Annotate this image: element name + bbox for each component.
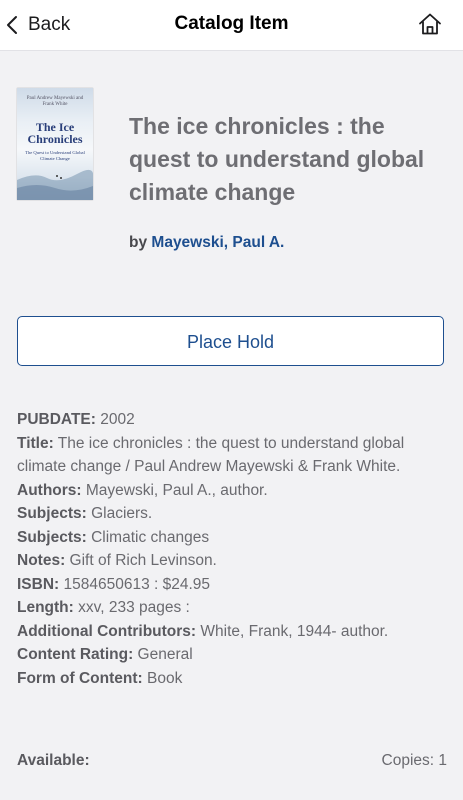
detail-label: Form of Content:	[17, 669, 143, 687]
detail-row: Title: The ice chronicles : the quest to…	[17, 432, 442, 479]
detail-row: Subjects: Glaciers.	[17, 502, 442, 526]
page-title: Catalog Item	[174, 13, 289, 34]
detail-label: Subjects:	[17, 528, 87, 546]
detail-value: General	[137, 646, 193, 663]
detail-value: Mayewski, Paul A., author.	[85, 481, 268, 499]
detail-row: Subjects: Climatic changes	[17, 526, 442, 550]
detail-label: Length:	[17, 599, 74, 616]
detail-label: Additional Contributors:	[17, 622, 197, 640]
detail-row: Notes: Gift of Rich Levinson.	[17, 549, 442, 573]
detail-value: White, Frank, 1944- author.	[200, 622, 389, 640]
byline: by Mayewski, Paul A.	[129, 234, 284, 252]
detail-row: Content Rating: General	[17, 643, 442, 667]
detail-row: ISBN: 1584650613 : $24.95	[17, 573, 442, 597]
place-hold-button[interactable]: Place Hold	[17, 316, 444, 366]
detail-row: Additional Contributors: White, Frank, 1…	[17, 620, 442, 644]
detail-value: Climatic changes	[91, 528, 210, 546]
detail-value: The ice chronicles : the quest to unders…	[17, 434, 405, 476]
book-cover-image: Paul Andrew Mayewski and Frank White The…	[17, 88, 93, 200]
navigation-bar: Back Catalog Item	[0, 0, 463, 51]
detail-row: Length: xxv, 233 pages :	[17, 596, 442, 620]
detail-label: Subjects:	[17, 505, 87, 522]
cover-landscape-art	[17, 169, 93, 200]
copies-count: Copies: 1	[381, 752, 447, 769]
detail-value: xxv, 233 pages :	[78, 599, 190, 616]
detail-row: PUBDATE: 2002	[17, 408, 442, 432]
detail-label: Authors:	[17, 481, 82, 499]
detail-label: Notes:	[17, 552, 66, 569]
detail-value: 2002	[100, 411, 135, 428]
detail-value: Glaciers.	[91, 505, 153, 522]
detail-label: PUBDATE:	[17, 411, 96, 428]
by-label: by	[129, 234, 148, 251]
home-button[interactable]	[417, 11, 443, 37]
detail-label: Title:	[17, 434, 54, 452]
detail-row: Form of Content: Book	[17, 667, 442, 691]
author-link[interactable]: Mayewski, Paul A.	[151, 234, 284, 251]
item-title: The ice chronicles : the quest to unders…	[129, 113, 425, 205]
availability-row: Available: Copies: 1	[17, 752, 447, 770]
detail-value: Gift of Rich Levinson.	[69, 552, 217, 569]
availability-label: Available:	[17, 752, 90, 769]
detail-row: Authors: Mayewski, Paul A., author.	[17, 479, 442, 503]
item-details: PUBDATE: 2002 Title: The ice chronicles :…	[17, 408, 442, 690]
detail-label: ISBN:	[17, 575, 60, 593]
home-icon	[417, 13, 443, 41]
detail-value: Book	[147, 669, 183, 687]
detail-label: Content Rating:	[17, 646, 134, 663]
detail-value: 1584650613 : $24.95	[63, 575, 211, 593]
